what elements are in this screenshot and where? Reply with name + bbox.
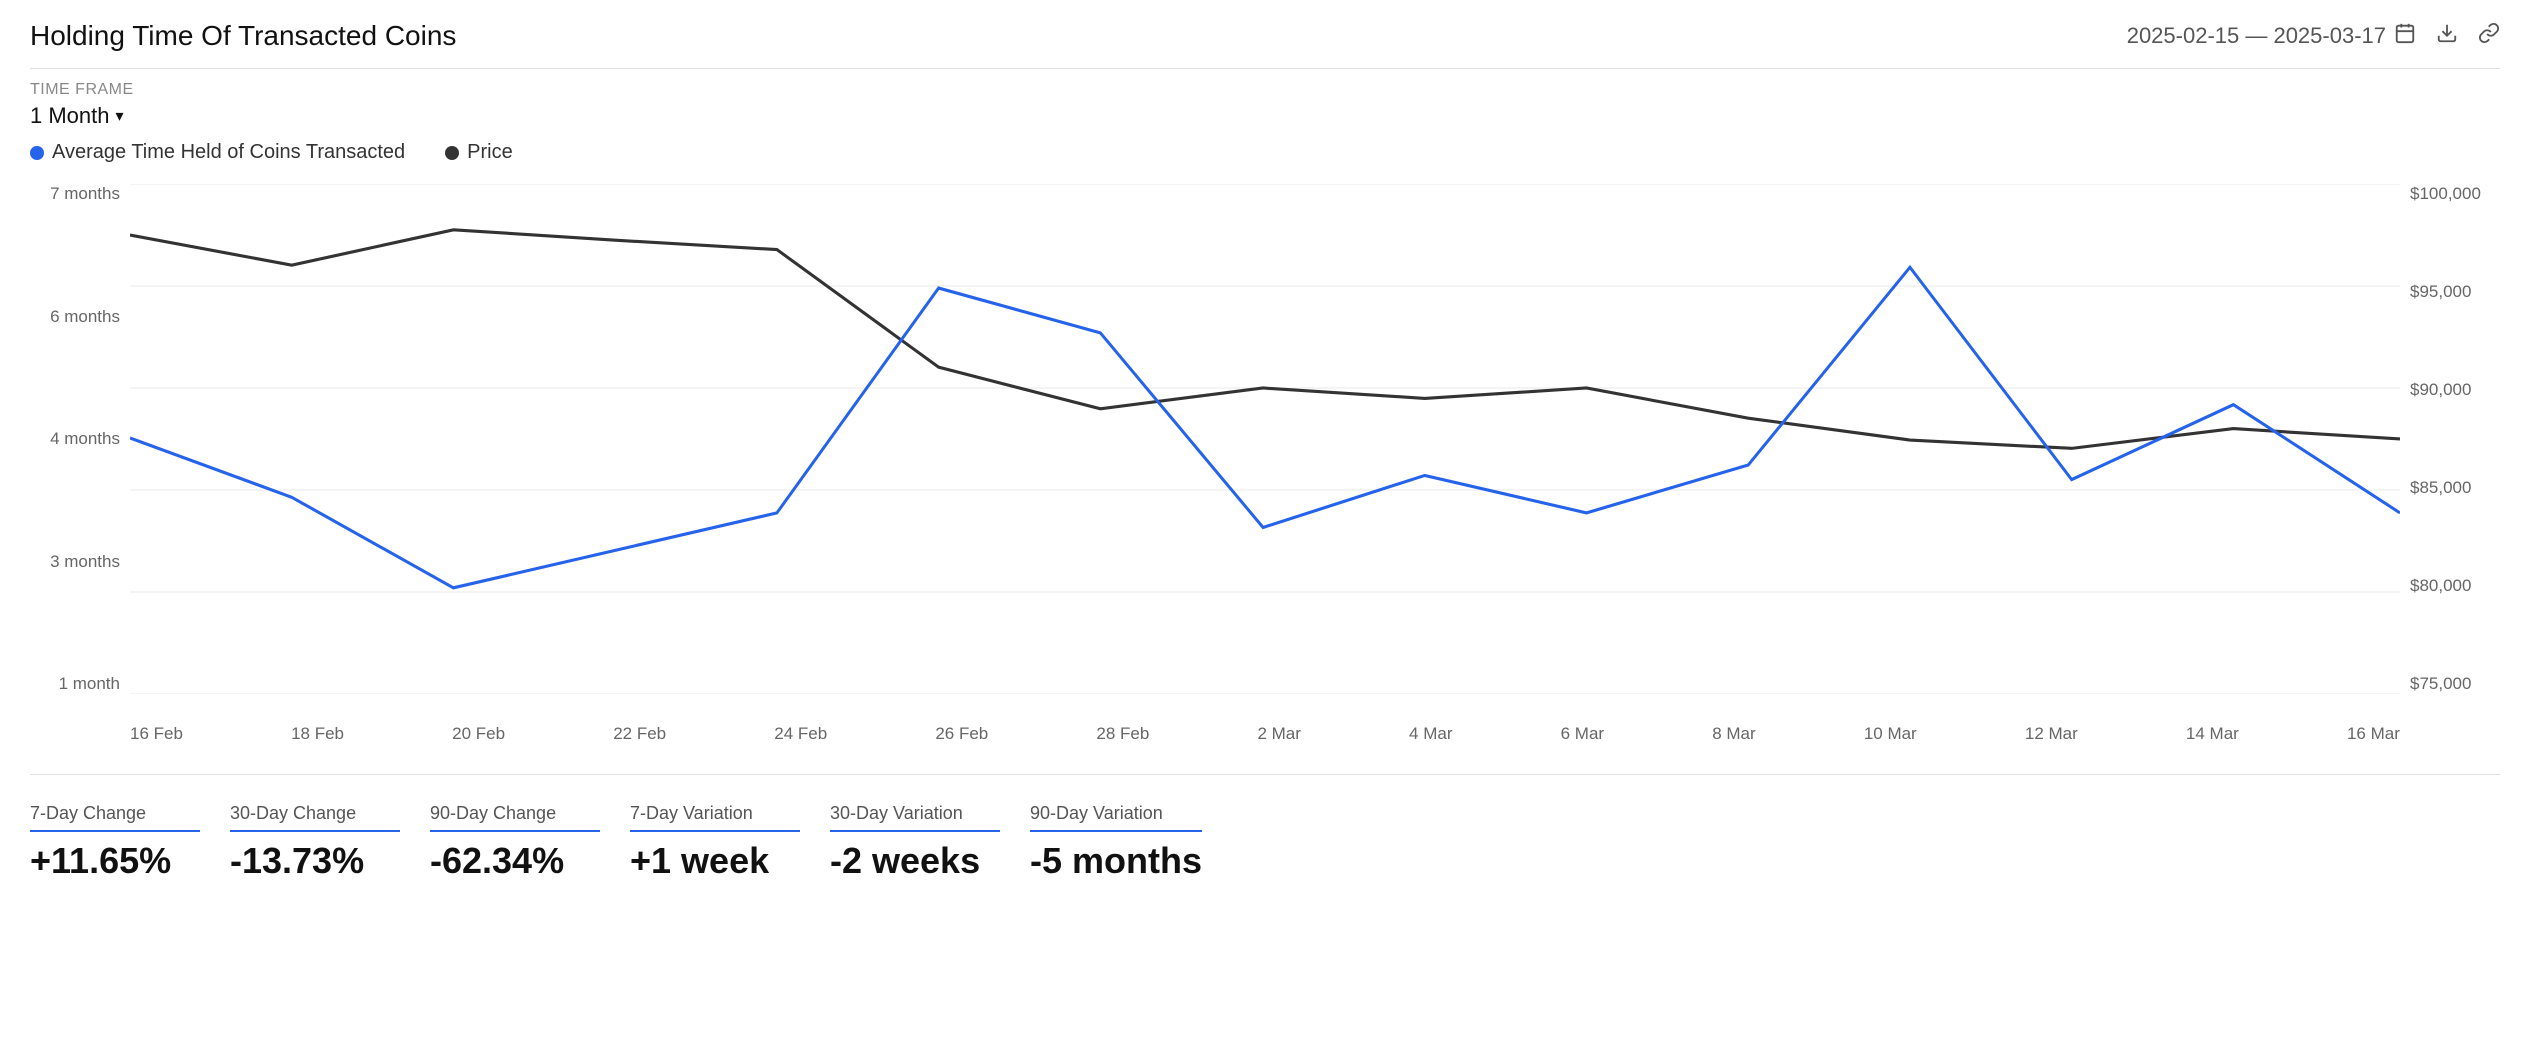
stat-90day-variation-label: 90-Day Variation	[1030, 803, 1202, 832]
header-divider	[30, 68, 2500, 69]
date-range: 2025-02-15 — 2025-03-17	[2127, 22, 2416, 50]
header-right: 2025-02-15 — 2025-03-17	[2127, 22, 2500, 50]
stat-30day-change-value: -13.73%	[230, 840, 400, 882]
date-range-text: 2025-02-15 — 2025-03-17	[2127, 23, 2386, 49]
stat-30day-variation-label: 30-Day Variation	[830, 803, 1000, 832]
stat-30day-variation-value: -2 weeks	[830, 840, 1000, 882]
legend-dot-blue	[30, 146, 44, 160]
stats-section: 7-Day Change +11.65% 30-Day Change -13.7…	[30, 785, 2500, 890]
stat-30day-change: 30-Day Change -13.73%	[230, 795, 430, 890]
stat-30day-change-label: 30-Day Change	[230, 803, 400, 832]
stat-90day-variation: 90-Day Variation -5 months	[1030, 795, 1232, 890]
y-axis-right: $100,000 $95,000 $90,000 $85,000 $80,000…	[2400, 184, 2500, 694]
price-line	[130, 230, 2400, 449]
timeframe-value-text: 1 Month	[30, 103, 110, 129]
link-icon[interactable]	[2478, 22, 2500, 50]
stat-7day-variation: 7-Day Variation +1 week	[630, 795, 830, 890]
stat-90day-variation-value: -5 months	[1030, 840, 1202, 882]
timeframe-selector[interactable]: 1 Month ▾	[30, 103, 2500, 129]
calendar-icon[interactable]	[2394, 22, 2416, 50]
y-axis-left: 7 months 6 months 4 months 3 months 1 mo…	[30, 184, 130, 694]
stat-90day-change-value: -62.34%	[430, 840, 600, 882]
stat-7day-variation-label: 7-Day Variation	[630, 803, 800, 832]
stat-7day-change-label: 7-Day Change	[30, 803, 200, 832]
timeframe-label: TIME FRAME	[30, 81, 2500, 99]
stats-divider	[30, 774, 2500, 775]
download-icon[interactable]	[2436, 22, 2458, 50]
chevron-down-icon: ▾	[116, 106, 124, 126]
x-axis: 16 Feb 18 Feb 20 Feb 22 Feb 24 Feb 26 Fe…	[130, 724, 2400, 744]
stat-7day-variation-value: +1 week	[630, 840, 800, 882]
legend-item-blue: Average Time Held of Coins Transacted	[30, 141, 405, 164]
chart-svg	[130, 184, 2400, 694]
page-title: Holding Time Of Transacted Coins	[30, 20, 456, 52]
chart-legend: Average Time Held of Coins Transacted Pr…	[30, 141, 2500, 164]
timeframe-section: TIME FRAME 1 Month ▾	[30, 81, 2500, 129]
stat-90day-change-label: 90-Day Change	[430, 803, 600, 832]
legend-dot-dark	[445, 146, 459, 160]
main-container: Holding Time Of Transacted Coins 2025-02…	[0, 0, 2530, 910]
legend-label-blue: Average Time Held of Coins Transacted	[52, 141, 405, 164]
stat-90day-change: 90-Day Change -62.34%	[430, 795, 630, 890]
stat-30day-variation: 30-Day Variation -2 weeks	[830, 795, 1030, 890]
header: Holding Time Of Transacted Coins 2025-02…	[30, 20, 2500, 52]
stat-7day-change: 7-Day Change +11.65%	[30, 795, 230, 890]
legend-label-dark: Price	[467, 141, 513, 164]
holding-time-line	[130, 267, 2400, 588]
chart-container: 7 months 6 months 4 months 3 months 1 mo…	[30, 174, 2500, 754]
chart-svg-area	[130, 184, 2400, 694]
legend-item-dark: Price	[445, 141, 513, 164]
stat-7day-change-value: +11.65%	[30, 840, 200, 882]
